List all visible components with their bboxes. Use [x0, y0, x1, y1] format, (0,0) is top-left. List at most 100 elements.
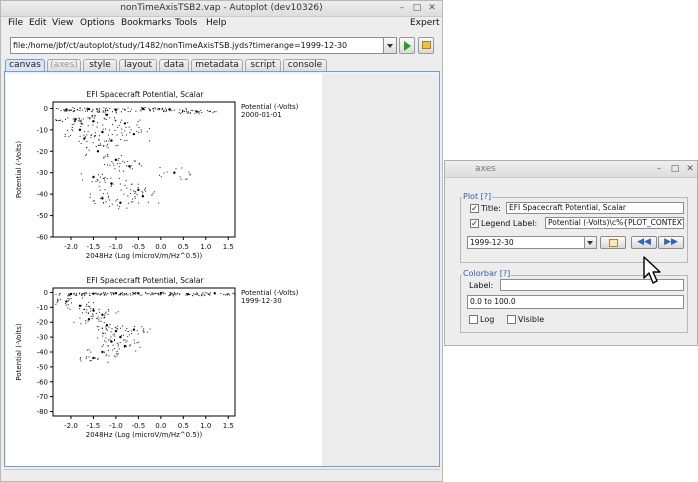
data-point — [70, 298, 72, 300]
data-point — [120, 111, 122, 113]
data-point — [103, 322, 105, 324]
title-checkbox[interactable]: ✓ — [470, 204, 479, 213]
data-point — [87, 131, 89, 133]
calendar-icon — [609, 239, 618, 247]
data-point — [134, 326, 136, 328]
data-point — [126, 340, 128, 342]
data-point — [129, 292, 131, 294]
data-point — [79, 107, 81, 109]
data-point — [171, 292, 173, 294]
data-point — [96, 126, 98, 128]
data-point — [125, 180, 127, 182]
data-point — [114, 108, 118, 111]
data-point — [106, 110, 108, 112]
data-point — [116, 342, 118, 344]
data-point — [114, 158, 118, 162]
data-point — [172, 295, 174, 297]
colorbar-group-title[interactable]: Colorbar [?] — [462, 269, 512, 278]
data-point — [134, 196, 136, 198]
colorbar-label-label: Label: — [469, 281, 494, 290]
data-point — [149, 328, 151, 330]
data-point — [99, 181, 101, 183]
data-point — [92, 116, 94, 118]
data-point — [127, 331, 129, 333]
data-point — [152, 192, 154, 194]
data-point — [146, 131, 148, 133]
x-tick-label: -1.5 — [87, 243, 101, 251]
data-point — [91, 181, 93, 183]
log-checkbox[interactable] — [469, 315, 478, 324]
data-point — [113, 333, 115, 335]
data-point — [150, 110, 152, 112]
data-point — [55, 293, 57, 295]
next-interval-button[interactable]: ▶▶ — [658, 236, 684, 249]
data-point — [135, 110, 137, 112]
colorbar-range-field[interactable]: 0.0 to 100.0 — [467, 295, 684, 309]
data-point — [123, 344, 127, 348]
data-point — [81, 109, 83, 111]
visible-checkbox[interactable] — [507, 315, 516, 324]
data-point — [116, 134, 118, 136]
data-point — [74, 110, 76, 112]
data-point — [87, 318, 91, 321]
previous-interval-button[interactable]: ◀◀ — [631, 236, 657, 249]
axes-dialog-titlebar[interactable]: axes – □ ✕ — [445, 161, 697, 178]
maximize-icon[interactable]: □ — [670, 164, 680, 174]
data-point — [86, 134, 88, 136]
data-point — [55, 120, 57, 122]
data-point — [118, 294, 120, 296]
data-point — [84, 308, 86, 310]
legend-checkbox[interactable]: ✓ — [470, 219, 479, 228]
data-point — [94, 202, 96, 204]
data-point — [122, 294, 124, 296]
plot-group-title[interactable]: Plot [?] — [462, 192, 493, 201]
data-point — [73, 321, 75, 323]
data-point — [80, 323, 82, 325]
data-point — [179, 109, 181, 111]
data-point — [193, 293, 195, 295]
calendar-button[interactable] — [600, 236, 626, 249]
data-point — [117, 108, 119, 110]
data-point — [133, 190, 135, 192]
data-point — [109, 117, 111, 119]
data-point — [79, 308, 81, 310]
data-point — [99, 311, 101, 313]
data-point — [92, 175, 95, 179]
data-point — [95, 135, 97, 137]
legend-label-field[interactable]: Potential (-Volts)\c%{PLOT_CONTEXT — [545, 217, 684, 229]
plot-title: EFI Spacecraft Potential, Scalar — [86, 90, 204, 99]
timerange-dropdown[interactable] — [584, 236, 597, 249]
data-point — [95, 181, 97, 183]
data-point — [122, 170, 124, 172]
title-field[interactable]: EFI Spacecraft Potential, Scalar — [506, 202, 684, 214]
data-point — [100, 320, 102, 322]
data-point — [88, 349, 90, 351]
data-point — [110, 294, 112, 296]
data-point — [98, 185, 100, 187]
data-point — [111, 292, 113, 294]
minimize-icon[interactable]: – — [654, 164, 664, 174]
data-point — [125, 294, 127, 296]
data-point — [99, 197, 101, 199]
data-point — [102, 335, 104, 337]
data-point — [87, 125, 89, 127]
data-point — [73, 123, 75, 125]
data-point — [138, 341, 140, 343]
data-point — [125, 126, 127, 128]
data-point — [202, 292, 204, 294]
data-point — [199, 111, 201, 113]
data-point — [120, 138, 122, 140]
data-point — [127, 195, 129, 197]
data-point — [153, 110, 155, 112]
data-point — [90, 310, 92, 312]
data-point — [192, 294, 194, 296]
data-point — [119, 293, 121, 295]
data-point — [60, 110, 62, 112]
data-point — [91, 115, 93, 117]
data-point — [198, 113, 200, 115]
data-point — [118, 170, 120, 172]
timerange-combo[interactable]: 1999-12-30 — [467, 236, 585, 249]
x-tick-label: -1.5 — [87, 422, 101, 430]
data-point — [111, 328, 113, 330]
close-icon[interactable]: ✕ — [685, 164, 695, 174]
